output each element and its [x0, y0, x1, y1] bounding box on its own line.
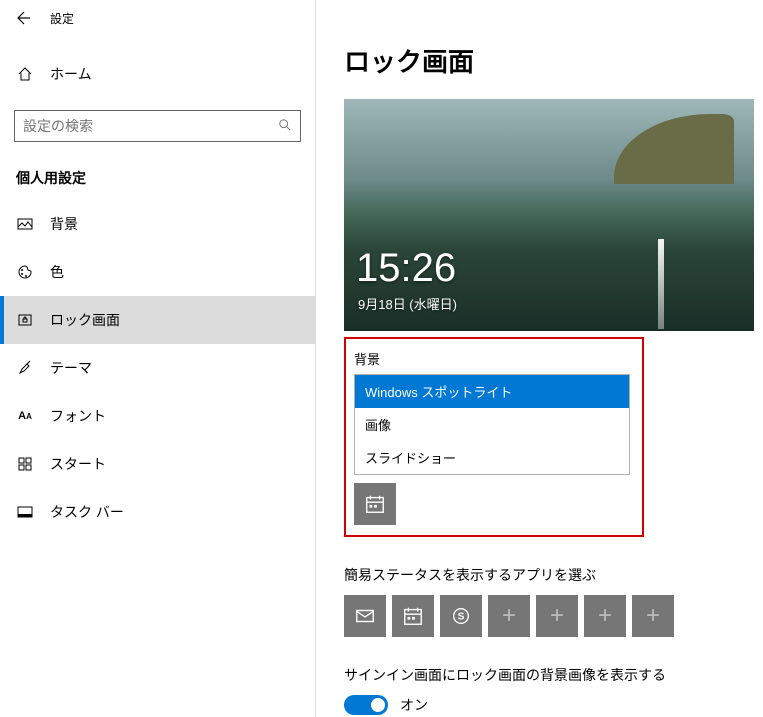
sidebar-item-label: 背景 — [50, 214, 78, 234]
search-icon — [278, 118, 292, 135]
taskbar-icon — [16, 503, 34, 521]
sidebar-item-label: タスク バー — [50, 502, 124, 522]
window-title: 設定 — [50, 10, 74, 27]
brief-status-tile-mail[interactable] — [344, 595, 386, 637]
brief-status-tile-calendar[interactable] — [392, 595, 434, 637]
sidebar-item-themes[interactable]: テーマ — [0, 344, 315, 392]
sidebar-item-label: テーマ — [50, 358, 92, 378]
font-icon: AA — [16, 407, 34, 425]
svg-text:S: S — [458, 612, 465, 623]
brief-status-tile-skype[interactable]: S — [440, 595, 482, 637]
sidebar-item-label: スタート — [50, 454, 106, 474]
sidebar-home-label: ホーム — [50, 64, 92, 84]
picture-icon — [16, 215, 34, 233]
signin-bg-label: サインイン画面にロック画面の背景画像を表示する — [344, 665, 743, 685]
background-label: 背景 — [354, 349, 634, 368]
search-input[interactable] — [14, 110, 301, 142]
sidebar-item-label: 色 — [50, 262, 64, 282]
palette-icon — [16, 263, 34, 281]
brief-status-tile-add[interactable]: + — [488, 595, 530, 637]
sidebar-item-lockscreen[interactable]: ロック画面 — [0, 296, 315, 344]
brief-status-label: 簡易ステータスを表示するアプリを選ぶ — [344, 565, 743, 585]
page-title: ロック画面 — [344, 42, 743, 79]
background-dropdown[interactable]: Windows スポットライト 画像 スライドショー — [354, 374, 630, 475]
lock-frame-icon — [16, 311, 34, 329]
paintbrush-icon — [16, 359, 34, 377]
start-grid-icon — [16, 455, 34, 473]
preview-date: 9月18日 (水曜日) — [358, 294, 457, 313]
back-button[interactable] — [12, 8, 32, 28]
sidebar-item-fonts[interactable]: AA フォント — [0, 392, 315, 440]
sidebar-section-heading: 個人用設定 — [0, 148, 315, 200]
lockscreen-preview: 15:26 9月18日 (水曜日) — [344, 99, 754, 331]
highlighted-section: 背景 Windows スポットライト 画像 スライドショー — [344, 337, 644, 537]
sidebar: 設定 ホーム 個人用設定 背景 色 ロック画面 — [0, 0, 316, 717]
detailed-status-tile[interactable] — [354, 483, 396, 525]
brief-status-tile-add[interactable]: + — [536, 595, 578, 637]
sidebar-item-background[interactable]: 背景 — [0, 200, 315, 248]
dropdown-option-picture[interactable]: 画像 — [355, 408, 629, 441]
signin-bg-toggle[interactable] — [344, 695, 388, 715]
dropdown-option-slideshow[interactable]: スライドショー — [355, 441, 629, 474]
preview-time: 15:26 — [356, 246, 456, 291]
brief-status-row: S + + + + — [344, 595, 743, 637]
brief-status-tile-add[interactable]: + — [584, 595, 626, 637]
home-icon — [16, 65, 34, 83]
sidebar-home[interactable]: ホーム — [0, 50, 315, 98]
sidebar-item-colors[interactable]: 色 — [0, 248, 315, 296]
sidebar-item-label: ロック画面 — [50, 310, 120, 330]
sidebar-item-taskbar[interactable]: タスク バー — [0, 488, 315, 536]
sidebar-item-start[interactable]: スタート — [0, 440, 315, 488]
search-field[interactable] — [23, 118, 278, 134]
main-content: ロック画面 15:26 9月18日 (水曜日) 背景 Windows スポットラ… — [316, 0, 763, 717]
signin-bg-state: オン — [400, 695, 428, 715]
dropdown-option-spotlight[interactable]: Windows スポットライト — [355, 375, 629, 408]
brief-status-tile-add[interactable]: + — [632, 595, 674, 637]
sidebar-item-label: フォント — [50, 406, 106, 426]
